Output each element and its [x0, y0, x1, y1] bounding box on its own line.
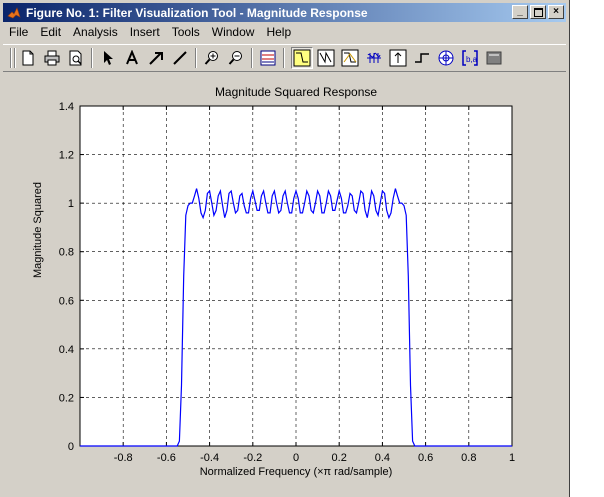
- y-tick-label: 0.6: [59, 295, 74, 307]
- x-tick-label: 0: [293, 452, 299, 464]
- x-tick-label: 0.2: [332, 452, 347, 464]
- x-tick-label: 0.6: [418, 452, 433, 464]
- figure-window: Figure No. 1: Filter Visualization Tool …: [0, 0, 570, 497]
- x-tick-label: -0.8: [114, 452, 133, 464]
- x-tick-label: -0.2: [243, 452, 262, 464]
- y-tick-label: 1.2: [59, 150, 74, 162]
- y-tick-label: 0.4: [59, 344, 74, 356]
- y-tick-label: 0.2: [59, 392, 74, 404]
- y-tick-label: 1: [68, 198, 74, 210]
- magnitude-plot[interactable]: -0.8 -0.6 -0.4 -0.2 0 0.2 0.4 0.6 0.8 1 0 0.2 0.4 0.6…: [0, 0, 570, 497]
- y-tick-label: 1.4: [59, 101, 74, 113]
- x-tick-label: 0.8: [461, 452, 476, 464]
- y-tick-label: 0.8: [59, 247, 74, 259]
- x-tick-label: 0.4: [375, 452, 390, 464]
- y-tick-label: 0: [68, 441, 74, 453]
- x-tick-label: -0.6: [157, 452, 176, 464]
- x-tick-label: 1: [509, 452, 515, 464]
- x-tick-label: -0.4: [200, 452, 219, 464]
